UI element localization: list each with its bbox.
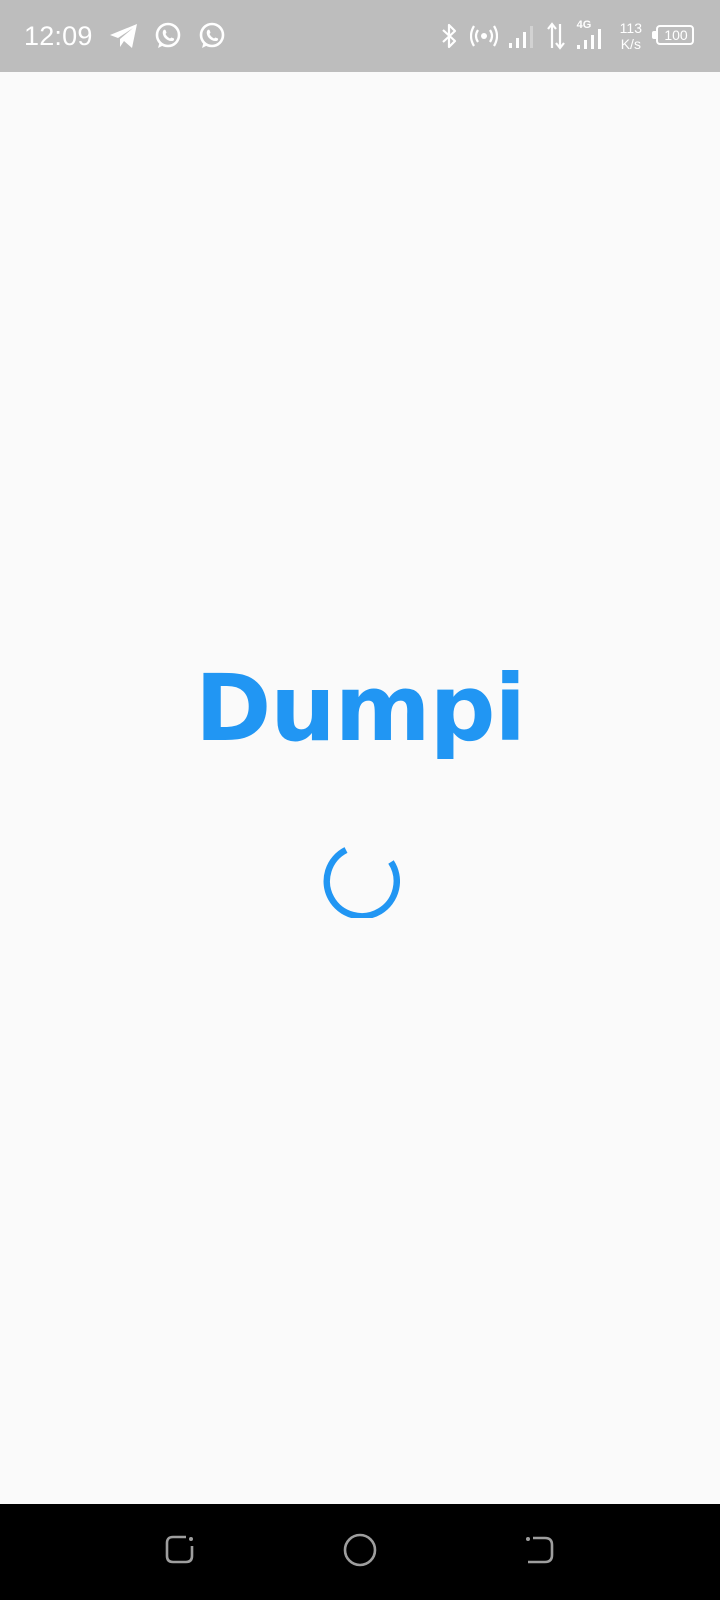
clock: 12:09 [24,20,93,51]
network-speed-unit: K/s [620,36,641,52]
home-icon [342,1532,378,1573]
splash-screen: Dumpi [0,72,720,1504]
app-name: Dumpi [194,655,526,762]
data-transfer-icon [546,22,566,50]
whatsapp-icon [197,21,227,51]
status-bar: 12:09 4G 113 K/s 100 [0,0,720,72]
home-button[interactable] [338,1530,382,1574]
hotspot-icon [469,24,498,48]
back-icon [524,1534,556,1571]
whatsapp-icon [153,21,183,51]
back-button[interactable] [518,1530,562,1574]
bluetooth-icon [438,22,460,50]
signal-icon [508,23,536,49]
network-speed-value: 113 [619,20,642,36]
network-speed: 113 K/s [620,20,642,52]
status-right: 4G 113 K/s 100 [438,0,696,72]
battery-icon: 100 [652,25,696,47]
navigation-bar [0,1504,720,1600]
recents-button[interactable] [158,1530,202,1574]
battery-level: 100 [664,27,688,43]
signal-4g-icon: 4G [576,16,606,56]
loading-spinner [320,838,400,920]
status-left: 12:09 [24,0,227,72]
telegram-icon [109,23,139,49]
recents-icon [164,1534,196,1571]
